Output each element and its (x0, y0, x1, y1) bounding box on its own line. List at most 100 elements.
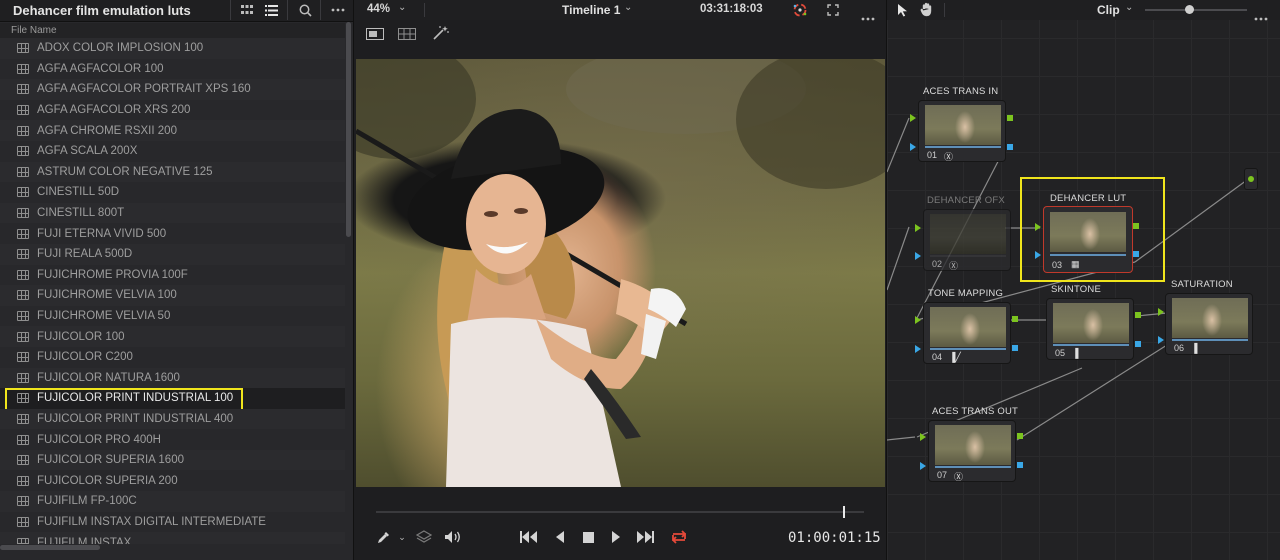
node-aces-trans-out[interactable]: 07 Ⓧ (928, 420, 1016, 482)
output-port[interactable] (1248, 176, 1254, 182)
node-output-port[interactable] (1007, 115, 1013, 121)
lut-item-label: FUJICHROME VELVIA 100 (37, 289, 177, 302)
timeline-output-node[interactable] (1244, 168, 1258, 190)
node-key-output-port[interactable] (1007, 144, 1013, 150)
lut-list-item[interactable]: ASTRUM COLOR NEGATIVE 125 (0, 161, 345, 183)
node-key-output-port[interactable] (1012, 345, 1018, 351)
node-key-input-port[interactable] (910, 143, 916, 151)
viewer-image[interactable] (356, 59, 885, 487)
lut-list-item[interactable]: FUJICOLOR PRINT INDUSTRIAL 400 (0, 408, 345, 430)
node-key-output-port[interactable] (1133, 251, 1139, 257)
loop-icon[interactable] (669, 528, 689, 546)
node-saturation[interactable]: 06 ▐ (1165, 293, 1253, 355)
chevron-down-icon[interactable]: ⌄ (398, 2, 406, 13)
lut-list-item[interactable]: FUJICOLOR 100 (0, 326, 345, 347)
layers-icon[interactable] (414, 528, 434, 546)
lut-list-item[interactable]: AGFA AGFACOLOR XRS 200 (0, 99, 345, 121)
play-icon[interactable] (606, 528, 626, 546)
lut-list-item[interactable]: FUJIFILM FP-100C (0, 491, 345, 512)
lut-list-item[interactable]: AGFA CHROME RSXII 200 (0, 120, 345, 141)
lut-list-item[interactable]: FUJICOLOR SUPERIA 200 (0, 470, 345, 492)
search-icon[interactable] (294, 2, 316, 18)
file-name-column-header[interactable]: File Name (0, 23, 345, 38)
skip-to-start-icon[interactable] (519, 528, 539, 546)
lut-list-item[interactable]: AGFA AGFACOLOR 100 (0, 58, 345, 80)
node-input-port[interactable] (915, 224, 921, 232)
node-output-port[interactable] (1017, 433, 1023, 439)
ofx-icon: Ⓧ (949, 261, 959, 271)
lut-item-label: FUJIFILM INSTAX (37, 536, 132, 544)
node-dehancer-ofx[interactable]: 02 Ⓧ (923, 209, 1011, 271)
node-number: 01 (927, 150, 938, 160)
lut-list-item[interactable]: CINESTILL 800T (0, 202, 345, 224)
lut-list-item[interactable]: FUJICOLOR C200 (0, 346, 345, 368)
vertical-scrollbar[interactable] (346, 22, 351, 237)
ofx-icon: Ⓧ (944, 152, 954, 162)
timeline-name[interactable]: Timeline 1 (562, 3, 620, 17)
lut-list-item[interactable]: FUJICHROME VELVIA 100 (0, 285, 345, 306)
lut-item-label: ADOX COLOR IMPLOSION 100 (37, 42, 204, 55)
chevron-down-icon[interactable]: ⌄ (392, 528, 412, 546)
levels-icon: ▐ (1191, 343, 1198, 353)
node-key-input-port[interactable] (1158, 336, 1164, 344)
lut-list-item[interactable]: FUJICOLOR SUPERIA 1600 (0, 449, 345, 471)
node-aces-trans-in[interactable]: 01 Ⓧ (918, 100, 1006, 162)
grid-view-icon[interactable] (236, 2, 258, 18)
more-icon[interactable] (327, 2, 349, 18)
lut-list-item[interactable]: FUJICHROME VELVIA 50 (0, 305, 345, 327)
lut-list-item[interactable]: AGFA AGFACOLOR PORTRAIT XPS 160 (0, 79, 345, 100)
single-viewer-icon[interactable] (366, 27, 384, 45)
lut-list-item[interactable]: FUJIFILM INSTAX (0, 532, 345, 544)
node-skintone[interactable]: 05 ▐ (1046, 298, 1134, 360)
node-input-port[interactable] (920, 433, 926, 441)
source-timecode: 03:31:18:03 (700, 3, 763, 15)
node-output-port[interactable] (1135, 312, 1141, 318)
lut-file-icon (17, 455, 29, 466)
lut-file-icon (17, 434, 29, 445)
lut-list-item[interactable]: FUJICOLOR PRO 400H (0, 429, 345, 450)
volume-icon[interactable] (443, 528, 463, 546)
lut-item-label: FUJICOLOR SUPERIA 200 (37, 474, 178, 487)
fullscreen-icon[interactable] (827, 3, 839, 21)
lut-list-item[interactable]: FUJI REALA 500D (0, 243, 345, 265)
node-key-output-port[interactable] (1135, 341, 1141, 347)
lut-list-item[interactable]: FUJIFILM INSTAX DIGITAL INTERMEDIATE (0, 511, 345, 533)
playback-scrubber[interactable] (376, 511, 864, 513)
lut-list-item[interactable]: FUJICOLOR NATURA 1600 (0, 367, 345, 389)
color-wheel-icon[interactable] (792, 2, 808, 23)
node-input-port[interactable] (1158, 308, 1164, 316)
lut-list-item[interactable]: FUJI ETERNA VIVID 500 (0, 223, 345, 244)
playhead[interactable] (843, 506, 845, 518)
lut-list-item[interactable]: AGFA SCALA 200X (0, 140, 345, 162)
node-bar (925, 146, 1001, 148)
node-key-input-port[interactable] (915, 252, 921, 260)
node-tone-mapping[interactable]: 04 ▐╱ (923, 302, 1011, 364)
lut-item-label: CINESTILL 50D (37, 186, 120, 199)
node-key-input-port[interactable] (920, 462, 926, 470)
zoom-level[interactable]: 44% (367, 3, 390, 15)
split-viewer-icon[interactable] (398, 27, 416, 45)
stop-icon[interactable] (578, 528, 598, 546)
lut-item-label: FUJI REALA 500D (37, 248, 133, 261)
play-reverse-icon[interactable] (550, 528, 570, 546)
lut-list-item-selected[interactable]: FUJICOLOR PRINT INDUSTRIAL 100 (0, 388, 345, 413)
horizontal-scrollbar[interactable] (0, 545, 100, 550)
lut-list-item[interactable]: CINESTILL 50D (0, 182, 345, 203)
lut-list-item[interactable]: FUJICHROME PROVIA 100F (0, 264, 345, 286)
node-key-input-port[interactable] (1035, 251, 1041, 259)
list-view-icon[interactable] (260, 2, 282, 18)
node-dehancer-lut[interactable]: 03 ▦ (1043, 206, 1133, 273)
node-key-output-port[interactable] (1017, 462, 1023, 468)
node-input-port[interactable] (915, 316, 921, 324)
lut-list-item[interactable]: ADOX COLOR IMPLOSION 100 (0, 38, 345, 59)
node-output-port[interactable] (1133, 223, 1139, 229)
node-input-port[interactable] (910, 114, 916, 122)
node-input-port[interactable] (1035, 223, 1041, 231)
magic-wand-icon[interactable] (432, 25, 450, 46)
eyedropper-icon[interactable] (374, 528, 394, 546)
node-output-port[interactable] (1012, 316, 1018, 322)
skip-to-end-icon[interactable] (635, 528, 655, 546)
chevron-down-icon[interactable]: ⌄ (624, 2, 632, 13)
levels-icon: ▐ (1072, 348, 1079, 358)
node-key-input-port[interactable] (915, 345, 921, 353)
